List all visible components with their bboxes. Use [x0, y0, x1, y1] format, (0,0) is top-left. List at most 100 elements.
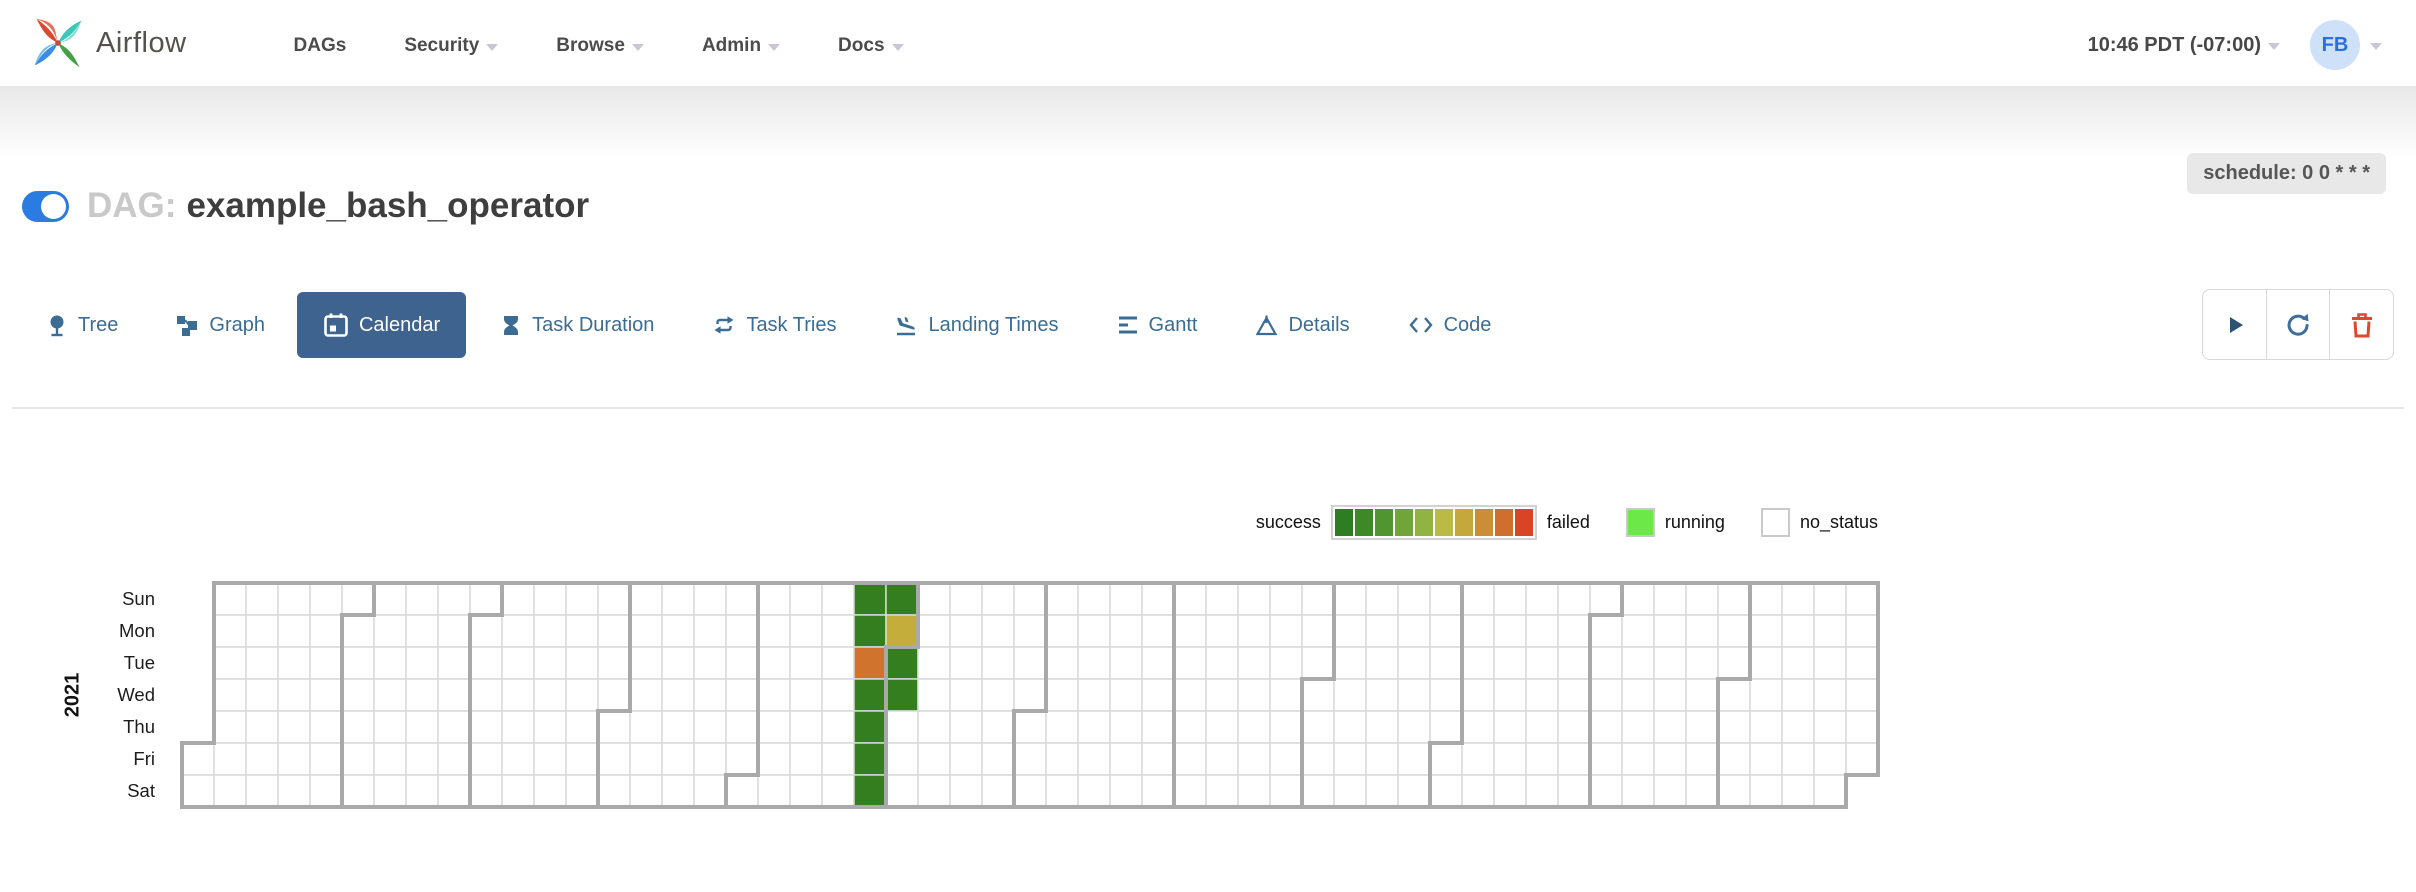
gradient-swatch [1335, 509, 1353, 536]
tab-label: Task Duration [532, 314, 654, 337]
trigger-dag-button[interactable] [2202, 289, 2267, 360]
calendar-day-cell [1366, 775, 1398, 807]
calendar-day-cell [502, 679, 534, 711]
calendar-day-cell [1366, 743, 1398, 775]
calendar-day-cell [374, 775, 406, 807]
calendar-day-cell [1718, 679, 1750, 711]
calendar-day-cell [1142, 711, 1174, 743]
nav-item-security[interactable]: Security [375, 35, 527, 57]
tab-task-duration[interactable]: Task Duration [500, 314, 654, 337]
calendar-day-cell [1078, 743, 1110, 775]
nav-item-admin[interactable]: Admin [673, 35, 809, 57]
calendar-day-cell [566, 647, 598, 679]
delete-dag-button[interactable] [2329, 289, 2394, 360]
calendar-day-cell [1814, 775, 1846, 807]
calendar-day-cell [1462, 775, 1494, 807]
calendar-day-cell [630, 679, 662, 711]
tab-task-tries[interactable]: Task Tries [712, 314, 836, 337]
calendar-day-cell [1206, 711, 1238, 743]
calendar-day-cell [918, 679, 950, 711]
calendar-day-cell [822, 743, 854, 775]
weekday-label: Mon [0, 615, 155, 647]
calendar-day-cell [406, 679, 438, 711]
tab-tree[interactable]: Tree [46, 314, 118, 337]
tab-calendar[interactable]: Calendar [297, 292, 466, 358]
weekday-label: Fri [0, 743, 155, 775]
calendar-day-cell [406, 583, 438, 615]
calendar-day-cell [598, 711, 630, 743]
calendar-day-cell [1654, 615, 1686, 647]
avatar: FB [2310, 20, 2360, 70]
nav-item-dags[interactable]: DAGs [265, 35, 376, 57]
calendar-heatmap [178, 579, 1882, 811]
calendar-day-cell [1622, 775, 1654, 807]
navbar-shadow [0, 86, 2416, 158]
tab-label: Code [1444, 314, 1492, 337]
calendar-day-cell [1334, 615, 1366, 647]
calendar-day-cell [1558, 743, 1590, 775]
tab-graph[interactable]: Graph [176, 314, 265, 337]
calendar-day-cell [278, 775, 310, 807]
calendar-day-cell [214, 775, 246, 807]
dag-name: example_bash_operator [186, 186, 589, 225]
calendar-day-cell [1270, 679, 1302, 711]
calendar-day-cell [1814, 679, 1846, 711]
calendar-day-cell [1174, 679, 1206, 711]
brand-name: Airflow [96, 27, 187, 60]
calendar-day-cell [1366, 647, 1398, 679]
calendar-day-cell [1398, 679, 1430, 711]
tab-landing-times[interactable]: Landing Times [894, 313, 1058, 337]
calendar-day-cell [1846, 711, 1878, 743]
tab-label: Graph [209, 314, 265, 337]
calendar-day-cell [1366, 711, 1398, 743]
calendar-day-cell [1462, 583, 1494, 615]
calendar-day-cell [1174, 711, 1206, 743]
calendar-day-cell [1110, 583, 1142, 615]
calendar-day-cell [1206, 615, 1238, 647]
calendar-day-cell [1270, 711, 1302, 743]
hourglass-icon [500, 314, 522, 337]
calendar-day-cell [1782, 775, 1814, 807]
calendar-day-cell [950, 711, 982, 743]
calendar-day-cell [214, 743, 246, 775]
calendar-day-cell [1782, 615, 1814, 647]
user-menu[interactable]: FB [2310, 20, 2382, 70]
calendar-day-cell [566, 711, 598, 743]
calendar-day-cell [1302, 775, 1334, 807]
calendar-day-cell [1078, 647, 1110, 679]
calendar-day-cell [214, 711, 246, 743]
weekday-label: Sun [0, 583, 155, 615]
tab-gantt[interactable]: Gantt [1117, 314, 1198, 337]
calendar-day-cell [1558, 679, 1590, 711]
refresh-icon [2284, 311, 2312, 339]
calendar-day-cell [470, 679, 502, 711]
calendar-day-cell [534, 775, 566, 807]
airflow-brand[interactable]: Airflow [30, 13, 187, 73]
calendar-day-cell [1398, 583, 1430, 615]
timezone-selector[interactable]: 10:46 PDT (-07:00) [2088, 34, 2280, 57]
calendar-day-cell [1782, 743, 1814, 775]
tab-code[interactable]: Code [1408, 314, 1492, 337]
dag-pause-toggle[interactable] [22, 191, 69, 222]
calendar-day-cell [374, 679, 406, 711]
calendar-day-cell [1558, 615, 1590, 647]
calendar-day-cell [758, 647, 790, 679]
nav-item-browse[interactable]: Browse [527, 35, 673, 57]
gradient-swatch [1455, 509, 1473, 536]
calendar-day-cell [342, 679, 374, 711]
calendar-day-cell [1814, 743, 1846, 775]
refresh-dag-button[interactable] [2266, 289, 2331, 360]
nav-item-docs[interactable]: Docs [809, 35, 932, 57]
calendar-day-cell [662, 647, 694, 679]
calendar-day-cell [1206, 775, 1238, 807]
tab-details[interactable]: Details [1255, 314, 1349, 337]
calendar-day-cell [1622, 743, 1654, 775]
calendar-day-cell [1654, 647, 1686, 679]
gradient-swatch [1355, 509, 1373, 536]
calendar-day-cell [1430, 679, 1462, 711]
calendar-day-cell [1014, 775, 1046, 807]
calendar-day-cell [1398, 775, 1430, 807]
calendar-day-cell [1526, 583, 1558, 615]
calendar-day-cell [1526, 711, 1558, 743]
calendar-day-cell [342, 711, 374, 743]
